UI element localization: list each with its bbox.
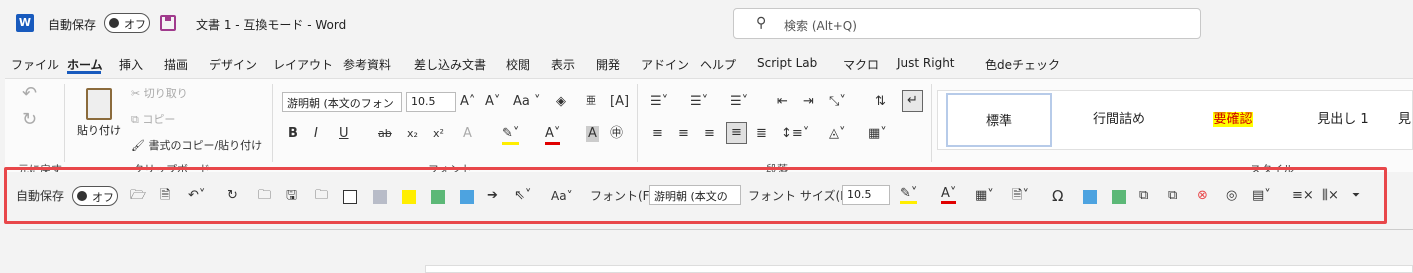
char-shading-icon[interactable]: A [586,126,599,142]
text-direction-icon[interactable]: ⤡˅ [829,94,846,110]
superscript-button[interactable]: x² [433,126,444,142]
toggle-knob-icon [109,18,119,28]
tab-design[interactable]: デザイン [209,56,257,73]
change-case-button[interactable]: Aa ˅ [513,94,541,110]
highlight-outline [4,167,1387,224]
shading-icon[interactable]: ◬˅ [829,126,846,142]
tab-review[interactable]: 校閲 [506,56,530,73]
align-left-icon[interactable]: ≡ [652,126,663,142]
toggle-state-label: オフ [124,18,146,31]
undo-icon[interactable]: ↶ [22,85,37,103]
paste-label: 貼り付け [77,124,121,137]
style-needs-check[interactable]: 要確認 [1178,93,1288,147]
copy-label: コピー [142,113,176,126]
text-effects-icon[interactable]: A [463,126,472,142]
menu-bar: ファイル ホーム 挿入 描画 デザイン レイアウト 参考資料 差し込み文書 校閲… [0,50,1413,78]
italic-button[interactable]: I [314,126,318,142]
tab-addins[interactable]: アドイン [641,56,689,73]
multilevel-list-icon[interactable]: ☰˅ [730,94,748,110]
tab-draw[interactable]: 描画 [164,56,188,73]
autosave-label: 自動保存 [48,18,97,32]
font-color-button[interactable]: A˅ [545,126,561,145]
cut-label: 切り取り [143,87,188,100]
highlight-color-icon[interactable]: ✎˅ [502,126,520,145]
word-logo-icon: W [16,14,34,32]
cut-button[interactable]: ✂ 切り取り [131,86,188,102]
bold-button[interactable]: B [288,126,298,142]
decrease-indent-icon[interactable]: ⇤ [777,94,788,110]
tab-layout[interactable]: レイアウト [273,56,333,73]
redo-icon[interactable]: ↻ [22,111,37,129]
strikethrough-button[interactable]: ab [378,126,392,142]
increase-indent-icon[interactable]: ⇥ [803,94,814,110]
style-needs-check-label: 要確認 [1213,112,1253,127]
tab-insert[interactable]: 挿入 [119,56,143,73]
distributed-icon[interactable]: ≣ [756,126,767,142]
font-size-select[interactable]: 10.5 [406,92,456,112]
document-page[interactable] [425,265,1413,273]
enclose-char-icon[interactable]: ㊥ [610,126,623,142]
copy-button[interactable]: ⧉ コピー [131,112,175,128]
format-painter-button[interactable]: 🖌 書式のコピー/貼り付け [131,138,262,154]
styles-gallery: 標準 行間詰め 要確認 見出し 1 見 [937,90,1413,150]
tab-help[interactable]: ヘルプ [700,56,736,73]
search-placeholder: 検索 (Alt+Q) [784,19,857,33]
aa-label: Aa [513,94,530,109]
tab-references[interactable]: 参考資料 [343,56,391,73]
bullets-icon[interactable]: ☰˅ [650,94,668,110]
line-spacing-icon[interactable]: ↕≡˅ [781,126,809,142]
numbering-icon[interactable]: ☰˅ [690,94,708,110]
separator [64,84,65,162]
search-box[interactable]: ⚲ 検索 (Alt+Q) [733,8,1201,39]
horizontal-ruler [20,218,1413,230]
sort-icon[interactable]: ⇅ [875,94,886,110]
subscript-button[interactable]: x₂ [407,126,418,142]
align-right-icon[interactable]: ≡ [704,126,715,142]
tab-just-right[interactable]: Just Right [897,56,955,70]
autosave-toggle[interactable]: オフ [104,13,150,33]
align-center-icon[interactable]: ≡ [678,126,689,142]
document-title: 文書 1 - 互換モード - Word [196,18,347,32]
font-name-select[interactable]: 游明朝 (本文のフォン [282,92,402,112]
tab-file[interactable]: ファイル [11,56,59,73]
clear-format-icon[interactable]: ◈ [556,94,566,110]
tab-macro[interactable]: マクロ [843,56,879,73]
font-color-label: A [545,126,554,141]
style-no-spacing[interactable]: 行間詰め [1064,93,1174,147]
tab-view[interactable]: 表示 [551,56,575,73]
show-marks-icon[interactable]: ↵ [902,90,923,112]
search-icon: ⚲ [756,15,767,31]
separator [931,84,932,162]
save-icon[interactable] [160,15,176,31]
tab-developer[interactable]: 開発 [596,56,620,73]
separator [637,84,638,162]
style-normal[interactable]: 標準 [946,93,1052,147]
separator [272,84,273,162]
clipboard-icon [86,88,112,120]
style-more[interactable]: 見 [1398,93,1413,147]
grow-font-icon[interactable]: A˄ [460,94,475,110]
phonetic-guide-icon[interactable]: 亜 [586,94,596,110]
style-heading-1[interactable]: 見出し 1 [1288,93,1398,147]
tab-script-lab[interactable]: Script Lab [757,56,817,70]
underline-button[interactable]: U [339,126,349,142]
borders-icon[interactable]: ▦˅ [868,126,887,142]
title-bar: W 自動保存 オフ 文書 1 - 互換モード - Word ⚲ 検索 (Alt+… [0,0,1413,48]
shrink-font-icon[interactable]: A˅ [485,94,500,110]
format-painter-label: 書式のコピー/貼り付け [148,139,263,152]
char-border-icon[interactable]: [A] [610,94,629,110]
tab-mailings[interactable]: 差し込み文書 [414,56,486,73]
tab-iro-de-check[interactable]: 色deチェック [985,56,1060,73]
active-tab-underline [67,71,101,74]
justify-icon[interactable]: ≡ [726,122,747,144]
paste-button[interactable]: 貼り付け [73,86,125,156]
